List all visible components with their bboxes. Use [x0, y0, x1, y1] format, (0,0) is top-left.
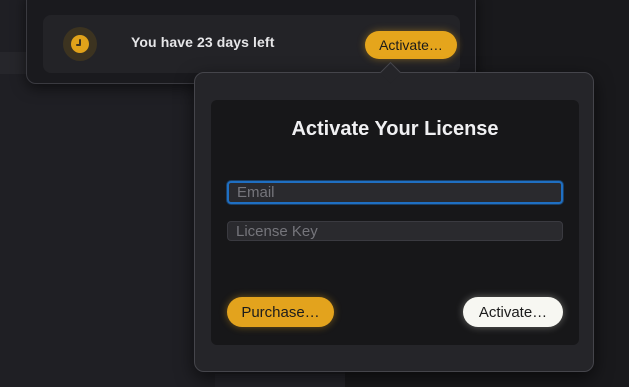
panel-title: Activate Your License — [291, 118, 499, 140]
trial-status-card: You have 23 days left Activate… — [43, 15, 460, 73]
background-footer — [215, 374, 345, 387]
trial-activate-button[interactable]: Activate… — [365, 31, 457, 59]
license-key-field[interactable] — [227, 221, 563, 241]
app-screen: You have 23 days left Activate… Activate… — [0, 0, 629, 387]
email-field[interactable] — [227, 181, 563, 204]
trial-days-remaining: You have 23 days left — [131, 34, 275, 50]
purchase-button[interactable]: Purchase… — [227, 297, 334, 327]
background-sidebar-strip — [0, 52, 28, 74]
activate-license-popover: Activate Your License Purchase… Activate… — [194, 61, 594, 372]
activate-button[interactable]: Activate… — [463, 297, 563, 327]
activate-license-panel: Activate Your License Purchase… Activate… — [211, 100, 579, 345]
clock-icon-badge — [63, 27, 97, 61]
clock-icon — [71, 35, 89, 53]
